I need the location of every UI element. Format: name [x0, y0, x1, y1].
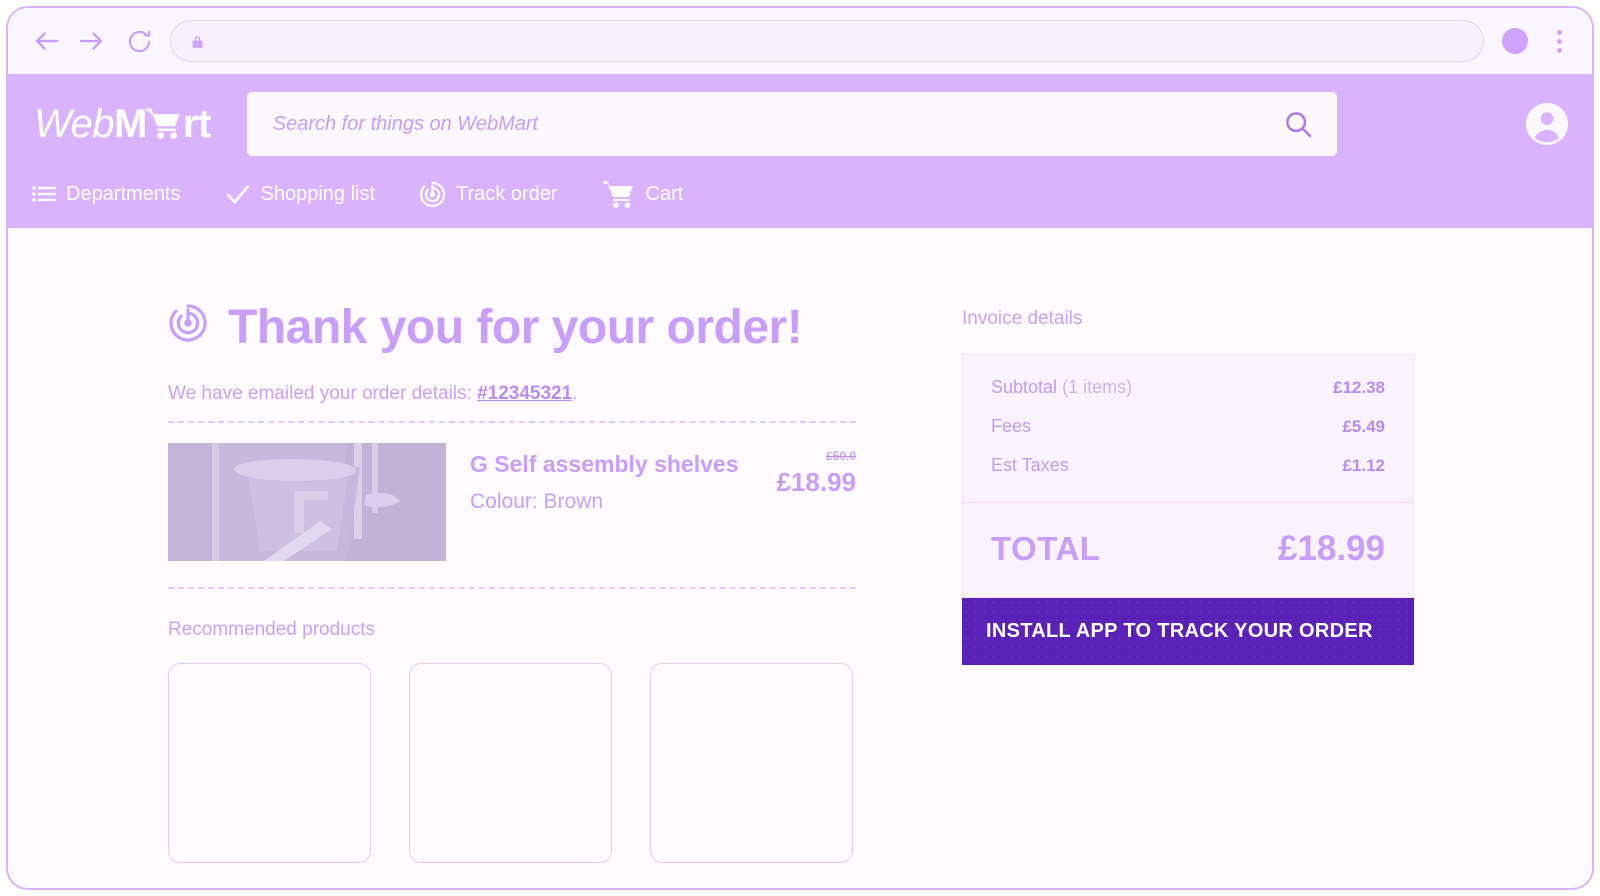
recommended-section-title: Recommended products [168, 619, 375, 640]
shopping-cart-icon [145, 106, 183, 140]
search-bar[interactable] [246, 92, 1337, 156]
recommended-grid [168, 663, 858, 863]
radar-tracking-icon [168, 300, 208, 355]
webmart-logo[interactable]: Web M rt [34, 102, 211, 147]
invoice-total-value: £18.99 [1277, 529, 1385, 568]
nav-item-departments[interactable]: Departments [32, 183, 181, 206]
nav-label-shopping-list: Shopping list [260, 182, 376, 205]
product-variant: Colour: Brown [470, 490, 746, 514]
account-circle-icon[interactable] [1524, 101, 1570, 147]
forward-arrow-icon[interactable] [72, 22, 110, 60]
list-menu-icon [32, 185, 56, 203]
search-icon[interactable] [1283, 109, 1313, 139]
invoice-line-taxes: Est Taxes £1.12 [991, 455, 1385, 476]
order-email-suffix: . [572, 383, 578, 404]
invoice-line-items: Subtotal (1 items) £12.38 Fees £5.49 Est… [963, 355, 1413, 502]
invoice-total-label: TOTAL [991, 530, 1101, 567]
invoice-label-text: Subtotal [991, 377, 1058, 397]
product-info: G Self assembly shelves Colour: Brown [470, 443, 746, 514]
invoice-label-text: Est Taxes [991, 455, 1069, 475]
product-thumbnail[interactable] [168, 443, 446, 561]
header-top-bar: Web M rt [8, 76, 1592, 172]
logo-text-rt: rt [182, 101, 211, 146]
page-title: Thank you for your order! [168, 300, 858, 355]
order-summary-column: Thank you for your order! We have emaile… [168, 300, 858, 863]
back-arrow-icon[interactable] [28, 22, 66, 60]
order-email-notice: We have emailed your order details: #123… [168, 383, 858, 405]
product-variant-value: Brown [543, 490, 604, 513]
browser-toolbar [8, 8, 1592, 76]
search-input[interactable] [272, 112, 1283, 136]
browser-window: Web M rt Search for things on WebMart De… [6, 6, 1594, 890]
order-item-row: G Self assembly shelves Colour: Brown £5… [168, 423, 856, 587]
product-variant-label: Colour: [470, 490, 538, 513]
invoice-total-row: TOTAL £18.99 [963, 502, 1413, 597]
invoice-value: £1.12 [1342, 456, 1385, 475]
invoice-line-fees: Fees £5.49 [991, 416, 1385, 437]
invoice-label: Subtotal (1 items) [991, 377, 1132, 398]
order-email-prefix: We have emailed your order details: [168, 383, 478, 404]
invoice-value: £5.49 [1342, 417, 1385, 436]
invoice-line-subtotal: Subtotal (1 items) £12.38 [991, 377, 1385, 398]
invoice-card: Subtotal (1 items) £12.38 Fees £5.49 Est… [962, 354, 1414, 598]
checkmark-icon [225, 181, 251, 207]
nav-label-departments: Departments [66, 182, 181, 205]
logo-text-m: M [114, 101, 147, 146]
site-header: Web M rt Search for things on WebMart De… [8, 76, 1592, 228]
lock-icon [189, 33, 206, 50]
recommended-card[interactable] [650, 663, 853, 863]
order-id-link[interactable]: #12345321 [477, 383, 572, 404]
invoice-item-count: (1 items) [1062, 377, 1133, 397]
shopping-cart-icon [602, 179, 636, 209]
invoice-column: Invoice details Subtotal (1 items) £12.3… [962, 300, 1414, 863]
url-bar[interactable] [170, 20, 1484, 62]
product-price-original: £50.0 [825, 449, 856, 463]
invoice-details-title: Invoice details [962, 308, 1083, 329]
nav-item-cart[interactable]: Cart [602, 179, 684, 209]
invoice-value: £12.38 [1333, 378, 1385, 397]
page-content: Thank you for your order! We have emaile… [8, 228, 1592, 888]
profile-avatar-icon[interactable] [1502, 28, 1528, 54]
product-price-block: £50.0 £18.99 [746, 443, 856, 498]
reload-icon[interactable] [120, 22, 158, 60]
nav-item-shopping-list[interactable]: Shopping list [225, 181, 376, 207]
site-nav: Departments Shopping list Track order Ca… [8, 172, 1592, 228]
product-price-current: £18.99 [776, 467, 856, 497]
nav-label-cart: Cart [645, 182, 684, 205]
nav-item-track-order[interactable]: Track order [419, 181, 558, 208]
kebab-menu-icon[interactable] [1548, 29, 1570, 53]
divider-bottom [168, 587, 856, 589]
recommended-card[interactable] [409, 663, 612, 863]
logo-text-web: Web [34, 101, 115, 146]
recommended-card[interactable] [168, 663, 371, 863]
product-title[interactable]: G Self assembly shelves [470, 451, 746, 478]
invoice-label-text: Fees [991, 416, 1032, 436]
page-title-text: Thank you for your order! [228, 301, 803, 354]
radar-tracking-icon [419, 181, 446, 208]
install-app-button[interactable]: INSTALL APP TO TRACK YOUR ORDER [962, 598, 1414, 665]
nav-label-track-order: Track order [456, 182, 558, 205]
